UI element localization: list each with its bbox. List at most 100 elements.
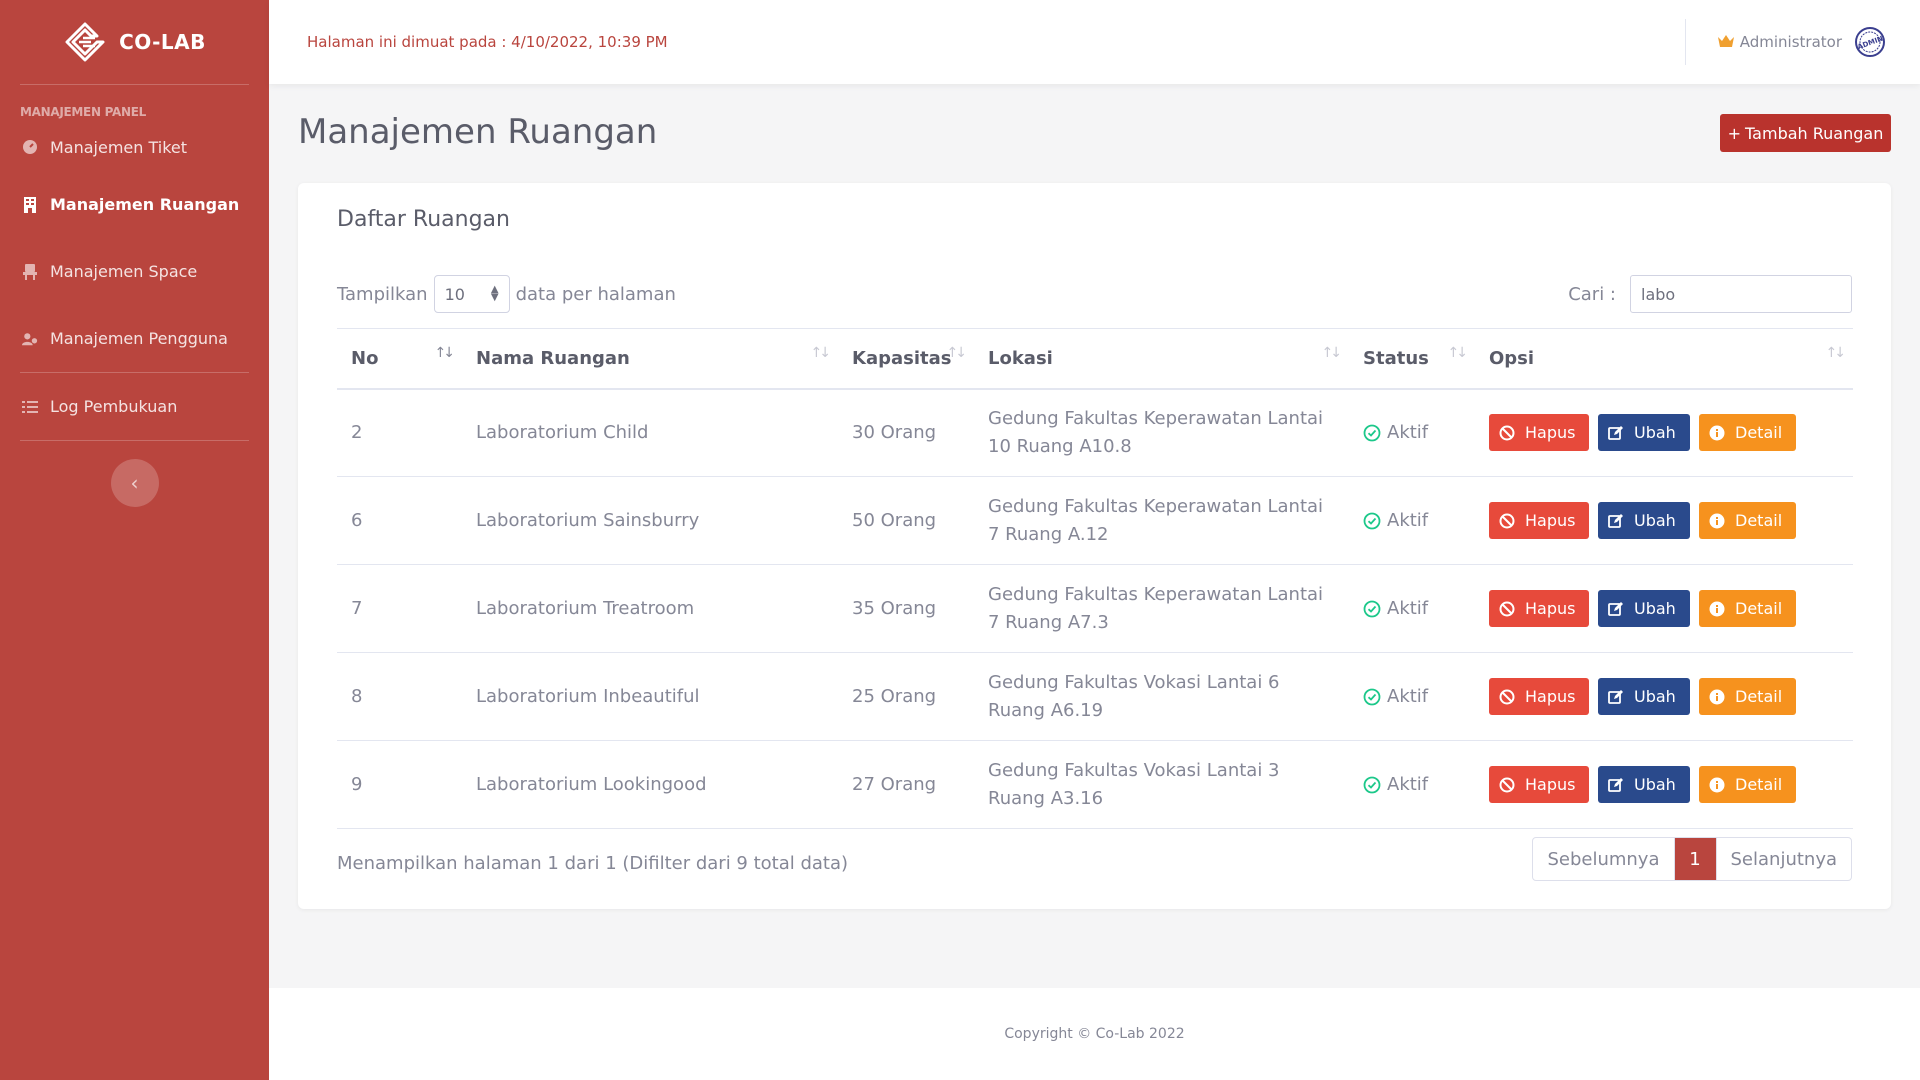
sidebar-item-log[interactable]: Log Pembukuan (0, 373, 269, 440)
ticket-icon (22, 139, 38, 155)
col-lokasi[interactable]: Lokasi ↑↓ (974, 328, 1349, 390)
detail-button[interactable]: Detail (1699, 502, 1796, 539)
table-info: Menampilkan halaman 1 dari 1 (Difilter d… (337, 853, 849, 874)
pagination-next[interactable]: Selanjutnya (1715, 838, 1852, 880)
brand-name: CO-LAB (119, 30, 206, 54)
sort-icon: ↑↓ (810, 345, 832, 361)
pagination-prev[interactable]: Sebelumnya (1533, 838, 1673, 880)
check-circle-icon (1363, 776, 1381, 793)
col-nama[interactable]: Nama Ruangan ↑↓ (462, 328, 838, 390)
row-actions: Hapus Ubah Detail (1489, 590, 1839, 627)
table-row: 8 Laboratorium Inbeautiful 25 Orang Gedung … (337, 652, 1853, 741)
sidebar-item-space[interactable]: Manajemen Space (0, 238, 269, 305)
cell-kapasitas: 35 Orang (838, 564, 974, 653)
page-length-select[interactable]: 10 ▲ ▼ (433, 275, 510, 313)
avatar: ADMIN (1854, 26, 1886, 58)
delete-button[interactable]: Hapus (1489, 678, 1589, 715)
cell-opsi: Hapus Ubah Detail (1475, 564, 1853, 653)
sidebar-toggle-wrap: ‹ (0, 441, 269, 507)
search-control: Cari : (1568, 275, 1852, 313)
check-circle-icon (1363, 600, 1381, 617)
detail-button[interactable]: Detail (1699, 766, 1796, 803)
topbar-user-area: Administrator ADMIN (1684, 0, 1920, 84)
status-label: Aktif (1387, 597, 1429, 619)
status-badge: Aktif (1363, 771, 1461, 799)
row-actions: Hapus Ubah Detail (1489, 766, 1839, 803)
detail-label: Detail (1735, 774, 1783, 794)
edit-button[interactable]: Ubah (1598, 414, 1690, 452)
detail-button[interactable]: Detail (1699, 678, 1796, 715)
edit-label: Ubah (1634, 774, 1676, 794)
table-row: 2 Laboratorium Child 30 Orang Gedung Fakult… (337, 388, 1853, 477)
row-actions: Hapus Ubah Detail (1489, 502, 1839, 539)
length-prefix: Tampilkan (337, 283, 428, 305)
edit-label: Ubah (1634, 510, 1676, 530)
info-circle-icon (1709, 425, 1725, 441)
col-kapasitas[interactable]: Kapasitas ↑↓ (838, 328, 974, 390)
search-input[interactable] (1630, 275, 1852, 313)
col-opsi[interactable]: Opsi ↑↓ (1475, 328, 1853, 390)
delete-button[interactable]: Hapus (1489, 502, 1589, 539)
room-table: No ↑↓ Nama Ruangan ↑↓ Kapasitas ↑↓ Lokasi ↑↓… (337, 328, 1853, 829)
sidebar: CO-LAB MANAJEMEN PANEL Manajemen Tiket M… (0, 0, 269, 1080)
delete-label: Hapus (1525, 774, 1576, 794)
copyright-text: Copyright © Co-Lab 2022 (1004, 1026, 1185, 1042)
cell-lokasi: Gedung Fakultas Keperawatan Lantai 7 Rua… (974, 476, 1349, 565)
col-status-label: Status (1363, 347, 1429, 369)
delete-button[interactable]: Hapus (1489, 766, 1589, 803)
detail-label: Detail (1735, 422, 1783, 442)
col-status[interactable]: Status ↑↓ (1349, 328, 1475, 390)
edit-button[interactable]: Ubah (1598, 502, 1690, 539)
table-row: 6 Laboratorium Sainsburry 50 Orang Gedung F… (337, 476, 1853, 565)
status-badge: Aktif (1363, 683, 1461, 711)
edit-button[interactable]: Ubah (1598, 766, 1690, 803)
building-icon (22, 196, 38, 213)
check-circle-icon (1363, 424, 1381, 442)
user-dropdown[interactable]: Administrator ADMIN (1717, 26, 1920, 58)
cell-no: 7 (337, 564, 462, 653)
detail-label: Detail (1735, 598, 1783, 618)
delete-label: Hapus (1525, 510, 1576, 530)
cell-nama: Laboratorium Inbeautiful (462, 652, 838, 741)
cell-lokasi: Gedung Fakultas Vokasi Lantai 3 Ruang A3… (974, 740, 1349, 829)
edit-button[interactable]: Ubah (1598, 590, 1690, 627)
brand[interactable]: CO-LAB (0, 0, 269, 84)
cell-no: 2 (337, 388, 462, 477)
delete-button[interactable]: Hapus (1489, 590, 1589, 627)
edit-icon (1608, 601, 1623, 616)
sidebar-item-pengguna[interactable]: Manajemen Pengguna (0, 305, 269, 372)
ban-icon (1499, 689, 1515, 704)
edit-icon (1608, 425, 1623, 440)
detail-button[interactable]: Detail (1699, 414, 1796, 452)
cell-opsi: Hapus Ubah Detail (1475, 476, 1853, 565)
cell-status: Aktif (1349, 388, 1475, 477)
sidebar-item-ruangan[interactable]: Manajemen Ruangan (0, 171, 269, 238)
add-room-button[interactable]: + Tambah Ruangan (1720, 114, 1891, 152)
sort-icon: ↑↓ (1321, 345, 1343, 361)
colab-logo-icon (65, 22, 105, 62)
col-kapasitas-label: Kapasitas (852, 347, 952, 369)
sidebar-item-label: Manajemen Space (50, 262, 198, 281)
pagination-current[interactable]: 1 (1673, 838, 1716, 880)
col-nama-label: Nama Ruangan (476, 347, 630, 369)
sidebar-toggle-button[interactable]: ‹ (110, 459, 159, 507)
cell-no: 8 (337, 652, 462, 741)
sort-icon: ↑↓ (1825, 345, 1847, 361)
detail-button[interactable]: Detail (1699, 590, 1796, 627)
status-badge: Aktif (1363, 507, 1461, 535)
cell-lokasi: Gedung Fakultas Keperawatan Lantai 7 Rua… (974, 564, 1349, 653)
sidebar-item-label: Manajemen Pengguna (50, 329, 228, 348)
cell-status: Aktif (1349, 652, 1475, 741)
topbar-divider (1684, 19, 1686, 65)
delete-button[interactable]: Hapus (1489, 414, 1589, 452)
room-list-card: Daftar Ruangan Tampilkan 10 ▲ ▼ data per … (298, 183, 1891, 909)
sidebar-item-tiket[interactable]: Manajemen Tiket (0, 123, 269, 171)
cell-nama: Laboratorium Lookingood (462, 740, 838, 829)
info-circle-icon (1709, 777, 1725, 792)
cell-lokasi: Gedung Fakultas Keperawatan Lantai 10 Ru… (974, 388, 1349, 477)
ban-icon (1499, 777, 1515, 792)
edit-button[interactable]: Ubah (1598, 678, 1690, 715)
col-no-label: No (351, 347, 379, 369)
col-no[interactable]: No ↑↓ (337, 328, 462, 390)
row-actions: Hapus Ubah Detail (1489, 414, 1839, 452)
